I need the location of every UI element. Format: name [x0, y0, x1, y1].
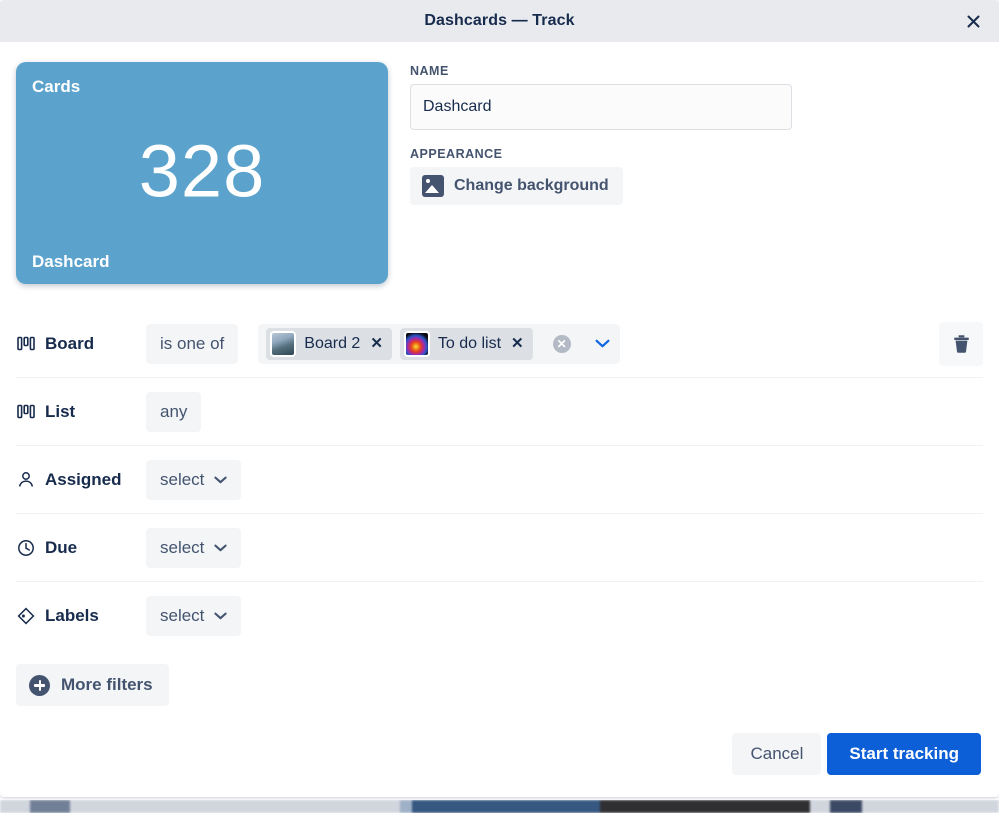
more-filters-label: More filters: [61, 675, 153, 694]
chevron-down-icon: [214, 612, 228, 620]
board-operator-select[interactable]: is one of: [146, 323, 239, 364]
assigned-value-label: select: [160, 469, 205, 489]
assigned-value-select[interactable]: select: [146, 459, 242, 500]
track-dashcard-dialog: Dashcards — Track Cards 328 Dashcard NAM…: [0, 0, 999, 797]
name-input[interactable]: [410, 84, 792, 130]
filter-row-board: Board is one of Board 2 ✕ To do list ✕ ✕: [16, 310, 983, 378]
filters-section: Board is one of Board 2 ✕ To do list ✕ ✕…: [0, 310, 999, 650]
change-background-button[interactable]: Change background: [410, 167, 623, 205]
filter-label-due: Due: [16, 538, 146, 558]
chip-remove-icon[interactable]: ✕: [370, 336, 383, 351]
filter-label-list: List: [16, 402, 146, 422]
trash-icon[interactable]: [939, 321, 983, 366]
board-icon: [16, 403, 36, 421]
clear-circle-icon[interactable]: ✕: [552, 334, 571, 353]
board-chip-1[interactable]: Board 2 ✕: [266, 327, 392, 360]
preview-and-settings: Cards 328 Dashcard NAME APPEARANCE Chang…: [0, 42, 999, 284]
board-thumbnail-icon: [270, 330, 297, 357]
background-page-strip: [0, 800, 999, 813]
board-chip-label: Board 2: [304, 334, 361, 352]
cancel-button[interactable]: Cancel: [732, 733, 822, 775]
chevron-down-icon[interactable]: [595, 339, 610, 348]
clock-icon: [16, 539, 36, 557]
more-filters-button[interactable]: More filters: [16, 664, 169, 706]
preview-count-value: 328: [138, 129, 266, 213]
more-filters-wrapper: More filters: [0, 650, 999, 706]
filter-label-assigned: Assigned: [16, 470, 146, 490]
filter-label-board: Board: [16, 334, 146, 354]
board-chip-2[interactable]: To do list ✕: [399, 327, 533, 360]
filter-label-text: List: [45, 401, 76, 421]
preview-bottom-label: Dashcard: [32, 252, 110, 271]
due-value-select[interactable]: select: [146, 527, 242, 568]
board-thumbnail-icon: [403, 330, 430, 357]
settings-column: NAME APPEARANCE Change background: [410, 62, 795, 284]
due-value-label: select: [160, 537, 205, 557]
board-icon: [16, 335, 36, 353]
image-icon: [422, 175, 444, 197]
board-values-multiselect[interactable]: Board 2 ✕ To do list ✕ ✕: [258, 323, 620, 364]
filter-row-labels: Labels select: [16, 582, 983, 650]
labels-value-label: select: [160, 606, 205, 625]
list-value-label: any: [160, 401, 188, 421]
filter-row-list: List any: [16, 378, 983, 446]
background-page-gap: [0, 797, 999, 800]
close-icon[interactable]: [957, 5, 989, 37]
preview-top-label: Cards: [32, 77, 81, 96]
filter-label-text: Due: [45, 537, 78, 557]
filter-label-text: Labels: [45, 606, 99, 625]
screen: Dashcards — Track Cards 328 Dashcard NAM…: [0, 0, 999, 813]
label-icon: [16, 607, 36, 625]
board-chip-label: To do list: [437, 334, 502, 352]
filter-label-text: Board: [45, 333, 95, 353]
board-operator-label: is one of: [160, 333, 225, 353]
filter-row-assigned: Assigned select: [16, 446, 983, 514]
dialog-title: Dashcards — Track: [424, 12, 575, 29]
chevron-down-icon: [214, 544, 228, 552]
labels-value-select[interactable]: select: [146, 596, 242, 636]
chevron-down-icon: [214, 476, 228, 484]
dashcard-preview: Cards 328 Dashcard: [16, 62, 388, 284]
filter-label-text: Assigned: [45, 469, 122, 489]
start-tracking-button[interactable]: Start tracking: [827, 733, 981, 775]
change-background-label: Change background: [454, 177, 609, 194]
plus-circle-icon: [29, 674, 50, 696]
chip-remove-icon[interactable]: ✕: [511, 336, 524, 351]
dialog-footer: Cancel Start tracking: [0, 723, 999, 797]
list-value-select[interactable]: any: [146, 391, 202, 432]
filter-row-due: Due select: [16, 514, 983, 582]
dialog-header: Dashcards — Track: [0, 0, 999, 42]
name-field-label: NAME: [410, 64, 449, 78]
person-icon: [16, 471, 36, 489]
filter-label-labels: Labels: [16, 606, 146, 626]
dialog-body: Cards 328 Dashcard NAME APPEARANCE Chang…: [0, 42, 999, 797]
appearance-field-label: APPEARANCE: [410, 147, 503, 161]
